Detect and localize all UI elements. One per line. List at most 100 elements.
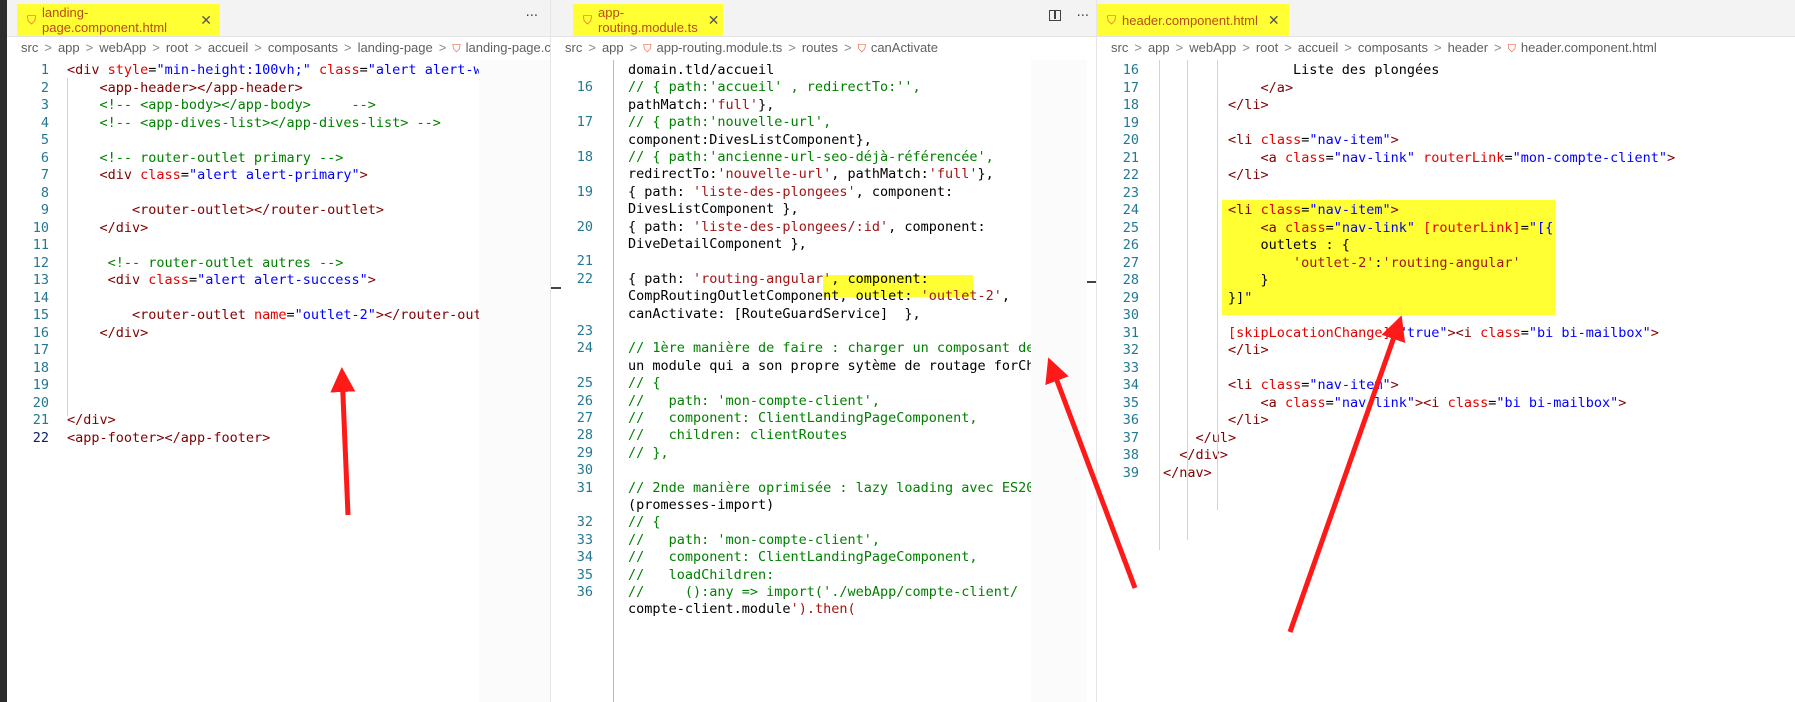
code-line[interactable]: // path: 'mon-compte-client', (628, 393, 880, 409)
code-line[interactable]: { path: 'routing-angular', component: (628, 271, 929, 287)
breadcrumb-segment[interactable]: webApp (99, 40, 146, 55)
breadcrumb-segment[interactable]: src (1111, 40, 1128, 55)
code-line[interactable]: // { path:'ancienne-url-seo-déjà-référen… (628, 149, 994, 165)
code-line[interactable]: canActivate: [RouteGuardService] }, (628, 306, 921, 322)
breadcrumb-segment[interactable]: routes (802, 40, 838, 55)
code-line[interactable]: // component: ClientLandingPageComponent… (628, 410, 978, 426)
breadcrumb-segment[interactable]: accueil (1298, 40, 1338, 55)
code-line[interactable]: </div> (67, 412, 116, 428)
code-line[interactable]: redirectTo:'nouvelle-url', pathMatch:'fu… (628, 166, 994, 182)
code-line[interactable]: { path: 'liste-des-plongees/:id', compon… (628, 219, 986, 235)
breadcrumb-segment[interactable]: composants (268, 40, 338, 55)
code-line[interactable]: </div> (67, 325, 149, 341)
code-line[interactable]: </a> (1163, 80, 1294, 96)
code-line[interactable]: <router-outlet></router-outlet> (67, 202, 384, 218)
code-line[interactable]: // }, (628, 445, 669, 461)
breadcrumb-segment[interactable]: header (1448, 40, 1488, 55)
breadcrumb[interactable]: src > app > webApp > root > accueil > composants > l… (21, 40, 550, 60)
code-line[interactable]: [skipLocationChange]="true"><i class="bi… (1163, 325, 1659, 341)
editor-pane-app-routing[interactable]: ⛉ app-routing.module.ts ✕ ··· src > app > ⛉ a… (550, 0, 1097, 702)
breadcrumb-segment[interactable]: app (58, 40, 80, 55)
editor-pane-header[interactable]: ⛉ header.component.html ✕ src > app > webApp… (1096, 0, 1795, 702)
tab-header-component-html[interactable]: ⛉ header.component.html ✕ (1097, 4, 1289, 36)
breadcrumb[interactable]: src > app > webApp > root > accueil > composants > h… (1111, 40, 1795, 60)
code-line[interactable]: } (1163, 272, 1269, 288)
code-line[interactable]: <!-- <app-body></app-body> --> (67, 97, 376, 113)
code-area[interactable]: 16 Liste des plongées 17 </a> 18 </li> 19 20… (1097, 60, 1795, 702)
code-line[interactable]: // { path:'nouvelle-url', (628, 114, 831, 130)
close-icon[interactable]: ✕ (1268, 12, 1280, 29)
more-actions-icon[interactable]: ··· (526, 9, 538, 24)
code-line[interactable]: CompRoutingOutletComponent, outlet: 'out… (628, 288, 1010, 304)
code-line[interactable]: // children: clientRoutes (628, 427, 847, 443)
code-line[interactable]: <app-footer></app-footer> (67, 430, 270, 446)
code-line[interactable]: }]" (1163, 290, 1252, 306)
breadcrumb[interactable]: src > app > ⛉ app-routing.module.ts > routes > ⛉ c… (565, 40, 1097, 60)
breadcrumb-segment[interactable]: composants (1358, 40, 1428, 55)
code-line[interactable]: <div style="min-height:100vh;" class="al… (67, 62, 547, 78)
code-line[interactable]: </li> (1163, 412, 1269, 428)
code-line[interactable]: compte-client.module').then( (628, 601, 856, 617)
minimap[interactable] (479, 60, 550, 702)
code-line[interactable]: DiveDetailComponent }, (628, 236, 807, 252)
code-line[interactable]: // path: 'mon-compte-client', (628, 532, 880, 548)
code-line[interactable]: <li class="nav-item"> (1163, 202, 1399, 218)
minimap[interactable] (1031, 60, 1087, 702)
tab-landing-page-component-html[interactable]: ⛉ landing-page.component.html ✕ (17, 4, 220, 36)
code-line[interactable]: <a class="nav-link" [routerLink]="[{ (1163, 220, 1554, 236)
code-line[interactable]: // { path:'accueil' , redirectTo:'', (628, 79, 921, 95)
code-line[interactable]: // { (628, 375, 661, 391)
code-line[interactable]: </div> (67, 220, 149, 236)
code-line[interactable]: <div class="alert alert-primary"> (67, 167, 368, 183)
breadcrumb-segment[interactable]: app (1148, 40, 1170, 55)
code-line[interactable]: </ul> (1163, 430, 1237, 446)
code-line[interactable]: <li class="nav-item"> (1163, 132, 1399, 148)
code-line[interactable]: outlets : { (1163, 237, 1350, 253)
code-line[interactable]: </li> (1163, 97, 1269, 113)
code-line[interactable]: // loadChildren: (628, 567, 774, 583)
code-line[interactable]: </div> (1163, 447, 1228, 463)
breadcrumb-segment[interactable]: app (602, 40, 624, 55)
code-line[interactable]: Liste des plongées (1163, 62, 1439, 78)
breadcrumb-segment[interactable]: app-routing.module.ts (656, 40, 782, 55)
breadcrumb-segment[interactable]: canActivate (871, 40, 938, 55)
code-line[interactable]: <!-- <app-dives-list></app-dives-list> -… (67, 115, 441, 131)
code-line[interactable]: <a class="nav-link"><i class="bi bi-mail… (1163, 395, 1627, 411)
code-line[interactable]: <li class="nav-item"> (1163, 377, 1399, 393)
close-icon[interactable]: ✕ (708, 12, 720, 29)
code-line[interactable]: <div class="alert alert-success"> (67, 272, 376, 288)
close-icon[interactable]: ✕ (200, 12, 212, 29)
more-actions-icon[interactable]: ··· (1077, 9, 1089, 24)
breadcrumb-segment[interactable]: accueil (208, 40, 248, 55)
tab-app-routing-module-ts[interactable]: ⛉ app-routing.module.ts ✕ (573, 4, 723, 36)
code-area[interactable]: domain.tld/accueil 16 // { path:'accueil' … (551, 60, 1097, 702)
code-line[interactable]: <!-- router-outlet autres --> (67, 255, 344, 271)
code-line[interactable]: // { (628, 514, 661, 530)
code-line[interactable]: <a class="nav-link" routerLink="mon-comp… (1163, 150, 1676, 166)
breadcrumb-segment[interactable]: root (166, 40, 188, 55)
code-line[interactable]: component:DivesListComponent}, (628, 132, 872, 148)
code-line[interactable]: <app-header></app-header> (67, 80, 303, 96)
breadcrumb-segment[interactable]: landing-page (358, 40, 433, 55)
breadcrumb-segment[interactable]: src (565, 40, 582, 55)
code-line[interactable]: un module qui a son propre sytème de rou… (628, 358, 1059, 374)
breadcrumb-segment[interactable]: header.component.html (1521, 40, 1657, 55)
code-line[interactable]: // 2nde manière oprimisée : lazy loading… (628, 480, 1051, 496)
code-line[interactable]: <router-outlet name="outlet-2"></router-… (67, 307, 514, 323)
breadcrumb-segment[interactable]: root (1256, 40, 1278, 55)
code-line[interactable]: </li> (1163, 167, 1269, 183)
code-area[interactable]: 1 <div style="min-height:100vh;" class="a… (7, 60, 550, 702)
code-line[interactable]: { path: 'liste-des-plongees', component: (628, 184, 953, 200)
breadcrumb-segment[interactable]: webApp (1189, 40, 1236, 55)
breadcrumb-segment[interactable]: landing-page.component.html (466, 40, 550, 55)
code-line[interactable]: <!-- router-outlet primary --> (67, 150, 344, 166)
code-line[interactable]: // ():any => import('./webApp/compte-cli… (628, 584, 1018, 600)
breadcrumb-segment[interactable]: src (21, 40, 38, 55)
code-line[interactable]: DivesListComponent }, (628, 201, 799, 217)
code-line[interactable]: (promesses-import) (628, 497, 774, 513)
split-editor-icon[interactable] (1049, 10, 1061, 21)
code-line[interactable]: domain.tld/accueil (628, 62, 774, 78)
code-line[interactable]: pathMatch:'full'}, (628, 97, 774, 113)
code-line[interactable]: // 1ère manière de faire : charger un co… (628, 340, 1067, 356)
code-line[interactable]: // component: ClientLandingPageComponent… (628, 549, 978, 565)
